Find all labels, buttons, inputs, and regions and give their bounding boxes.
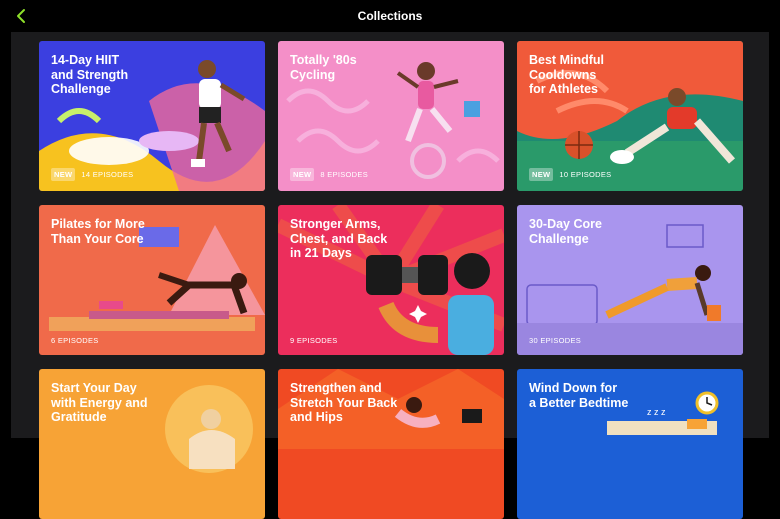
- collection-card-start-your-day[interactable]: Start Your Day with Energy and Gratitude: [39, 369, 265, 519]
- episode-count: 10 EPISODES: [559, 170, 612, 179]
- card-title: Start Your Day with Energy and Gratitude: [51, 381, 148, 424]
- card-title: Stronger Arms, Chest, and Back in 21 Day…: [290, 217, 388, 260]
- episode-count: 9 EPISODES: [290, 336, 338, 345]
- card-title: Pilates for More Than Your Core: [51, 217, 145, 246]
- new-badge: NEW: [529, 168, 554, 181]
- collection-card-core-challenge[interactable]: 30-Day Core Challenge 30 EPISODES: [517, 205, 743, 355]
- collections-grid: 14-Day HIIT and Strength Challenge NEW 1…: [11, 32, 769, 519]
- episode-count: 14 EPISODES: [81, 170, 134, 179]
- collection-card-wind-down[interactable]: z z z Wind Down for a Better Bedtime: [517, 369, 743, 519]
- card-title: Wind Down for a Better Bedtime: [529, 381, 629, 410]
- collection-card-stronger-arms[interactable]: Stronger Arms, Chest, and Back in 21 Day…: [278, 205, 504, 355]
- collection-card-back-and-hips[interactable]: Strengthen and Stretch Your Back and Hip…: [278, 369, 504, 519]
- episode-count: 30 EPISODES: [529, 336, 582, 345]
- collection-card-pilates[interactable]: Pilates for More Than Your Core 6 EPISOD…: [39, 205, 265, 355]
- card-meta: 6 EPISODES: [51, 336, 99, 345]
- episode-count: 8 EPISODES: [320, 170, 369, 179]
- episode-count: 6 EPISODES: [51, 336, 99, 345]
- card-meta: NEW 14 EPISODES: [51, 168, 133, 181]
- card-meta: 30 EPISODES: [529, 336, 581, 345]
- collection-card-mindful-cooldowns[interactable]: Best Mindful Cooldowns for Athletes NEW …: [517, 41, 743, 191]
- top-bar: Collections: [0, 0, 780, 32]
- page-title: Collections: [357, 9, 423, 23]
- card-meta: 9 EPISODES: [290, 336, 338, 345]
- card-title: 14-Day HIIT and Strength Challenge: [51, 53, 129, 96]
- card-title: Totally '80s Cycling: [290, 53, 357, 82]
- card-meta: NEW 10 EPISODES: [529, 168, 611, 181]
- card-meta: NEW 8 EPISODES: [290, 168, 368, 181]
- new-badge: NEW: [290, 168, 315, 181]
- new-badge: NEW: [51, 168, 76, 181]
- collection-card-80s-cycling[interactable]: Totally '80s Cycling NEW 8 EPISODES: [278, 41, 504, 191]
- collection-card-hiit[interactable]: 14-Day HIIT and Strength Challenge NEW 1…: [39, 41, 265, 191]
- card-title: Strengthen and Stretch Your Back and Hip…: [290, 381, 398, 424]
- card-title: 30-Day Core Challenge: [529, 217, 602, 246]
- card-title: Best Mindful Cooldowns for Athletes: [529, 53, 604, 96]
